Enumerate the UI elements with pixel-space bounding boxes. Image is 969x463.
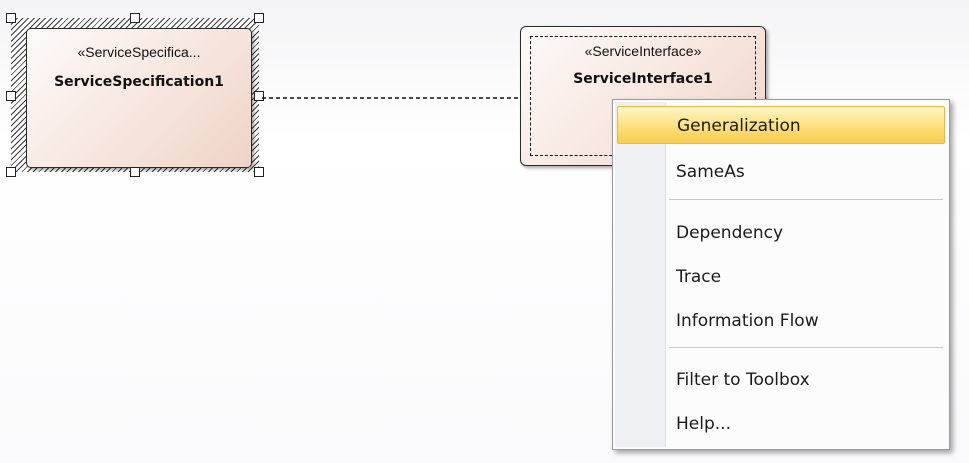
resize-handle-right[interactable]	[254, 91, 264, 101]
element-stereotype: «ServiceSpecifica...	[77, 44, 201, 60]
diagram-canvas[interactable]: «ServiceSpecifica... ServiceSpecificatio…	[0, 0, 969, 463]
resize-handle-bottom[interactable]	[130, 167, 140, 177]
element-name: ServiceInterface1	[573, 71, 713, 87]
resize-handle-left[interactable]	[6, 91, 16, 101]
resize-handle-top-left[interactable]	[6, 13, 16, 23]
connector-line[interactable]	[262, 97, 520, 99]
menu-item-information-flow[interactable]: Information Flow	[617, 302, 945, 340]
menu-item-trace[interactable]: Trace	[617, 258, 945, 296]
menu-separator	[669, 347, 943, 348]
resize-handle-bottom-left[interactable]	[6, 167, 16, 177]
menu-item-help[interactable]: Help...	[617, 405, 945, 443]
resize-handle-top-right[interactable]	[254, 13, 264, 23]
menu-separator	[669, 199, 943, 200]
menu-item-sameas[interactable]: SameAs	[617, 153, 945, 191]
service-specification-element[interactable]: «ServiceSpecifica... ServiceSpecificatio…	[26, 28, 252, 168]
element-stereotype: «ServiceInterface»	[584, 43, 702, 59]
resize-handle-bottom-right[interactable]	[254, 167, 264, 177]
menu-item-filter-to-toolbox[interactable]: Filter to Toolbox	[617, 361, 945, 399]
menu-item-generalization[interactable]: Generalization	[617, 106, 945, 144]
element-name: ServiceSpecification1	[54, 74, 224, 90]
menu-item-dependency[interactable]: Dependency	[617, 214, 945, 252]
connector-type-menu: Generalization SameAs Dependency Trace I…	[612, 99, 950, 450]
resize-handle-top[interactable]	[130, 13, 140, 23]
